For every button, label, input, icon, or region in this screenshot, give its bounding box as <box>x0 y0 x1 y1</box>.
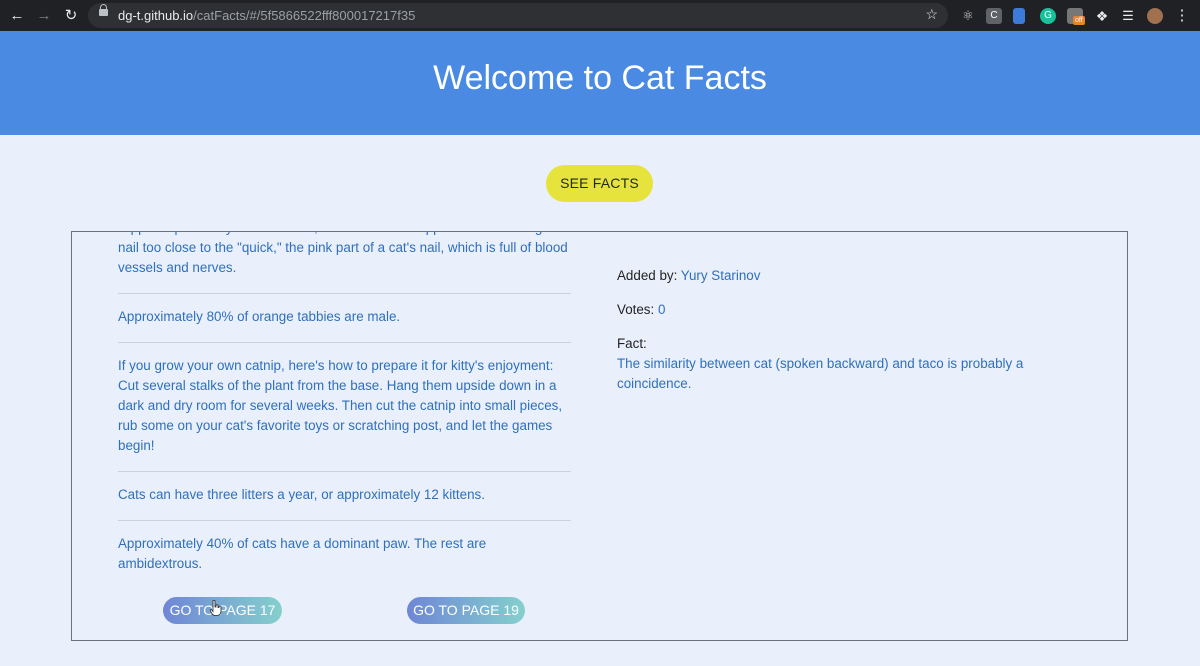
profile-avatar[interactable] <box>1147 8 1163 24</box>
grammarly-icon[interactable]: G <box>1040 8 1056 24</box>
votes-value: 0 <box>657 302 666 317</box>
browser-toolbar: ← → ↻ dg-t.github.io/catFacts/#/5f586652… <box>0 0 1200 31</box>
fact-list-item[interactable]: clippers specifically for cat's nails, n… <box>118 232 571 294</box>
reload-icon[interactable]: ↻ <box>61 6 81 26</box>
bookmark-star-icon[interactable]: ☆ <box>925 6 938 23</box>
facts-list[interactable]: clippers specifically for cat's nails, n… <box>118 232 571 594</box>
url-text: dg-t.github.io/catFacts/#/5f5866522fff80… <box>118 8 416 23</box>
fact-text: The similarity between cat (spoken backw… <box>617 356 1024 391</box>
fact-detail: Added by: Yury Starinov Votes: 0 Fact: T… <box>617 266 1037 408</box>
extension-house-icon[interactable]: off <box>1067 8 1085 25</box>
extension-c-icon[interactable]: C <box>986 8 1002 24</box>
added-by-row: Added by: Yury Starinov <box>617 266 1037 286</box>
fact-row: Fact: The similarity between cat (spoken… <box>617 334 1037 394</box>
forward-arrow-icon[interactable]: → <box>34 6 54 26</box>
hand-cursor-icon <box>210 600 222 616</box>
back-arrow-icon[interactable]: ← <box>7 6 27 26</box>
page-header: Welcome to Cat Facts <box>0 31 1200 135</box>
extension-bottle-icon[interactable] <box>1013 8 1025 24</box>
added-by-value: Yury Starinov <box>680 268 761 283</box>
extension-badge: off <box>1073 16 1085 25</box>
fact-list-item[interactable]: Cats can have three litters a year, or a… <box>118 472 571 521</box>
react-devtools-icon[interactable]: ⚛ <box>960 8 976 24</box>
page-title: Welcome to Cat Facts <box>433 59 767 97</box>
puzzle-extensions-icon[interactable]: ❖ <box>1094 8 1110 24</box>
fact-list-item[interactable]: Approximately 80% of orange tabbies are … <box>118 294 571 343</box>
see-facts-button[interactable]: SEE FACTS <box>546 165 653 202</box>
facts-panel: clippers specifically for cat's nails, n… <box>71 231 1128 641</box>
added-by-label: Added by: <box>617 268 678 283</box>
prev-page-button[interactable]: GO TO PAGE 17 <box>163 597 282 624</box>
votes-row: Votes: 0 <box>617 300 1037 320</box>
votes-label: Votes: <box>617 302 655 317</box>
address-bar[interactable]: dg-t.github.io/catFacts/#/5f5866522fff80… <box>88 3 948 28</box>
fact-list-item[interactable]: If you grow your own catnip, here's how … <box>118 343 571 472</box>
fact-list-item[interactable]: Approximately 40% of cats have a dominan… <box>118 521 571 574</box>
lock-icon <box>99 4 108 16</box>
reading-list-icon[interactable]: ☰ <box>1120 8 1136 24</box>
more-menu-icon[interactable]: ⋮ <box>1174 8 1190 24</box>
fact-label: Fact: <box>617 336 647 351</box>
next-page-button[interactable]: GO TO PAGE 19 <box>407 597 525 624</box>
